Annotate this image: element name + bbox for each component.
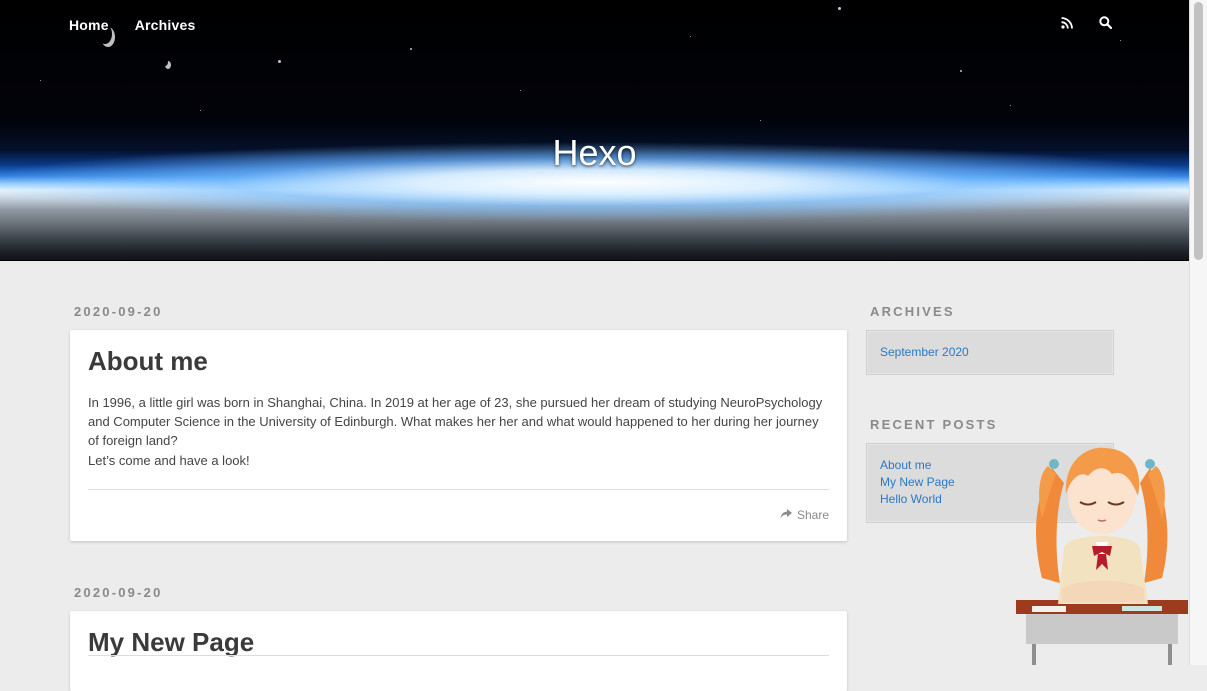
post-date[interactable]: 2020-09-20	[74, 585, 163, 600]
post-title[interactable]: My New Page	[88, 627, 254, 658]
search-icon[interactable]	[1099, 16, 1113, 30]
share-label: Share	[796, 508, 829, 522]
post-divider	[88, 655, 829, 656]
recent-post-link[interactable]: Hello World	[880, 491, 955, 508]
rss-icon[interactable]	[1061, 16, 1075, 30]
archive-link-september-2020[interactable]: September 2020	[880, 344, 969, 361]
header-banner: Home Archives Hexo	[0, 0, 1189, 261]
post-paragraph: In 1996, a little girl was born in Shang…	[88, 395, 823, 449]
post-body: In 1996, a little girl was born in Shang…	[88, 393, 833, 470]
post-divider	[88, 489, 829, 490]
live2d-mascot[interactable]	[1012, 428, 1190, 665]
post-card: About me In 1996, a little girl was born…	[70, 330, 847, 541]
nav-archives-link[interactable]: Archives	[135, 17, 196, 33]
scrollbar-thumb[interactable]	[1194, 2, 1203, 260]
share-icon	[780, 508, 792, 522]
mascot-desk-front	[1026, 614, 1178, 644]
recent-posts-widget-title: RECENT POSTS	[870, 417, 998, 432]
recent-post-link[interactable]: My New Page	[880, 474, 955, 491]
post-paragraph: Let’s come and have a look!	[88, 452, 250, 468]
page-scrollbar[interactable]	[1189, 0, 1207, 665]
header-icons	[1061, 16, 1113, 30]
recent-post-link[interactable]: About me	[880, 457, 955, 474]
nav-home-link[interactable]: Home	[69, 17, 109, 33]
starfield	[0, 0, 1189, 260]
share-button[interactable]: Share	[780, 508, 829, 522]
post-date[interactable]: 2020-09-20	[74, 304, 163, 319]
main-nav: Home Archives	[69, 17, 195, 33]
post-card: My New Page	[70, 611, 847, 691]
post-title[interactable]: About me	[88, 346, 208, 377]
site-title[interactable]: Hexo	[0, 132, 1189, 174]
archives-widget: September 2020	[866, 330, 1114, 375]
archives-widget-title: ARCHIVES	[870, 304, 955, 319]
